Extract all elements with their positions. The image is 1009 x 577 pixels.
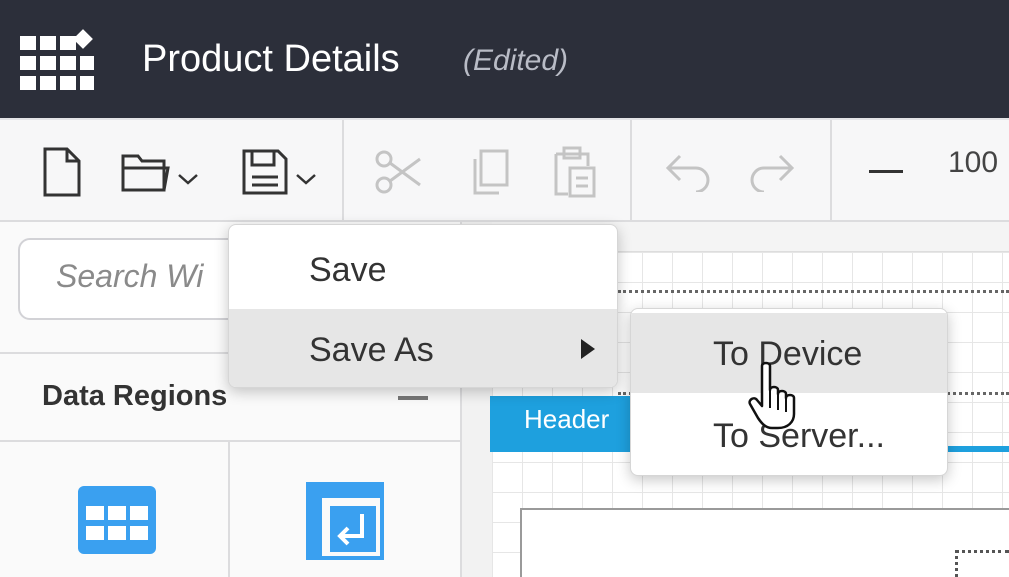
zoom-value[interactable]: 100 <box>948 146 998 180</box>
zoom-out-button[interactable] <box>866 144 906 200</box>
report-body[interactable] <box>520 508 1009 577</box>
hand-cursor-icon <box>748 361 796 430</box>
table-icon[interactable] <box>78 486 156 554</box>
edit-status: (Edited) <box>463 44 569 77</box>
new-report-button[interactable] <box>38 144 84 200</box>
report-title: Product Details <box>142 38 400 80</box>
collapse-icon[interactable] <box>398 396 428 400</box>
section-title-data-regions[interactable]: Data Regions <box>42 380 227 413</box>
scissors-icon <box>375 150 421 194</box>
paste-button[interactable] <box>548 144 602 200</box>
copy-button[interactable] <box>462 144 516 200</box>
redo-icon <box>750 154 795 192</box>
chevron-down-icon <box>296 174 316 185</box>
app-menu-icon[interactable] <box>20 28 96 96</box>
submenu-arrow-icon <box>581 339 595 359</box>
guide-line <box>618 290 1009 293</box>
minus-icon <box>869 170 903 173</box>
open-button[interactable] <box>118 144 202 200</box>
menu-item-label: Save <box>309 251 387 289</box>
panel-divider <box>0 440 462 442</box>
toolbar-separator <box>830 120 832 220</box>
cut-button[interactable] <box>372 144 426 200</box>
copy-icon <box>473 149 509 195</box>
tile-divider <box>228 442 230 577</box>
paste-icon <box>554 146 596 198</box>
toolbar-separator <box>342 120 344 220</box>
toolbar-separator <box>630 120 632 220</box>
app-header: Product Details (Edited) <box>0 0 1009 118</box>
chevron-down-icon <box>178 174 198 185</box>
new-file-icon <box>43 147 81 197</box>
report-item-outline[interactable] <box>955 550 1009 577</box>
save-button[interactable] <box>236 144 322 200</box>
menu-item-save[interactable]: Save <box>229 229 617 309</box>
undo-button[interactable] <box>660 144 714 200</box>
redo-button[interactable] <box>746 144 800 200</box>
open-folder-icon <box>121 154 170 192</box>
undo-icon <box>665 154 710 192</box>
header-band-label[interactable]: Header <box>490 396 630 450</box>
menu-item-label: Save As <box>309 331 434 369</box>
matrix-icon[interactable] <box>306 482 384 560</box>
menu-item-save-as[interactable]: Save As <box>229 309 617 387</box>
save-icon <box>242 149 288 195</box>
save-dropdown-menu: Save Save As <box>228 224 618 388</box>
